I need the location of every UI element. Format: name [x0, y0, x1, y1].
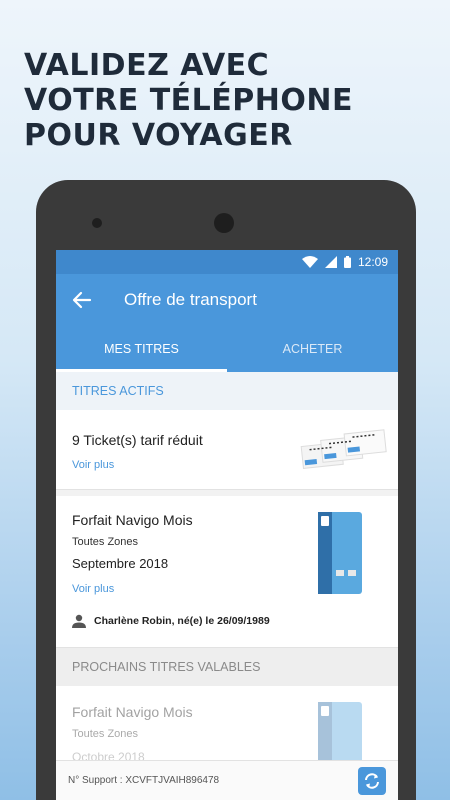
sync-button[interactable] — [358, 767, 386, 795]
tab-acheter[interactable]: ACHETER — [227, 326, 398, 372]
pass-period: Septembre 2018 — [72, 556, 169, 571]
speaker-icon — [214, 213, 234, 233]
ticket-card[interactable]: 9 Ticket(s) tarif réduit Voir plus — [56, 410, 398, 490]
pass-more-link[interactable]: Voir plus — [72, 583, 114, 595]
ticket-carnet-icon — [300, 429, 387, 469]
arrow-left-icon[interactable] — [72, 290, 92, 310]
page-title: Offre de transport — [124, 290, 257, 309]
pass-holder-text: Charlène Robin, né(e) le 26/09/1989 — [94, 615, 270, 627]
status-bar: 12:09 — [56, 250, 398, 274]
support-bar: N° Support : XCVFTJVAIH896478 — [56, 760, 398, 800]
status-time: 12:09 — [357, 255, 388, 269]
pass-holder: Charlène Robin, né(e) le 26/09/1989 — [72, 614, 270, 628]
user-icon — [72, 614, 86, 628]
upcoming-pass-name: Forfait Navigo Mois — [72, 704, 193, 720]
ticket-more-link[interactable]: Voir plus — [72, 459, 114, 471]
tab-bar: MES TITRES ACHETER — [56, 326, 398, 372]
headline-line-2: VOTRE TÉLÉPHONE — [24, 83, 353, 118]
headline: VALIDEZ AVEC VOTRE TÉLÉPHONE POUR VOYAGE… — [24, 48, 353, 153]
section-header-active: TITRES ACTIFS — [56, 372, 398, 410]
headline-line-1: VALIDEZ AVEC — [24, 48, 270, 83]
phone-screen: 12:09 Offre de transport MES TITRES ACHE… — [56, 250, 398, 800]
battery-icon — [343, 256, 351, 268]
navigo-card-icon — [318, 512, 362, 594]
wifi-icon — [301, 256, 318, 268]
sync-icon — [365, 773, 379, 789]
upcoming-pass-zones: Toutes Zones — [72, 728, 139, 740]
headline-line-3: POUR VOYAGER — [24, 118, 293, 153]
support-number: N° Support : XCVFTJVAIH896478 — [68, 775, 220, 786]
section-header-upcoming: PROCHAINS TITRES VALABLES — [56, 648, 398, 686]
ticket-name: 9 Ticket(s) tarif réduit — [72, 432, 203, 448]
signal-icon — [324, 256, 337, 268]
pass-name: Forfait Navigo Mois — [72, 512, 193, 528]
app-bar: Offre de transport — [56, 274, 398, 326]
tab-mes-titres[interactable]: MES TITRES — [56, 326, 227, 372]
navigo-card[interactable]: Forfait Navigo Mois Toutes Zones Septemb… — [56, 496, 398, 648]
camera-icon — [92, 218, 102, 228]
pass-zones: Toutes Zones — [72, 536, 139, 548]
